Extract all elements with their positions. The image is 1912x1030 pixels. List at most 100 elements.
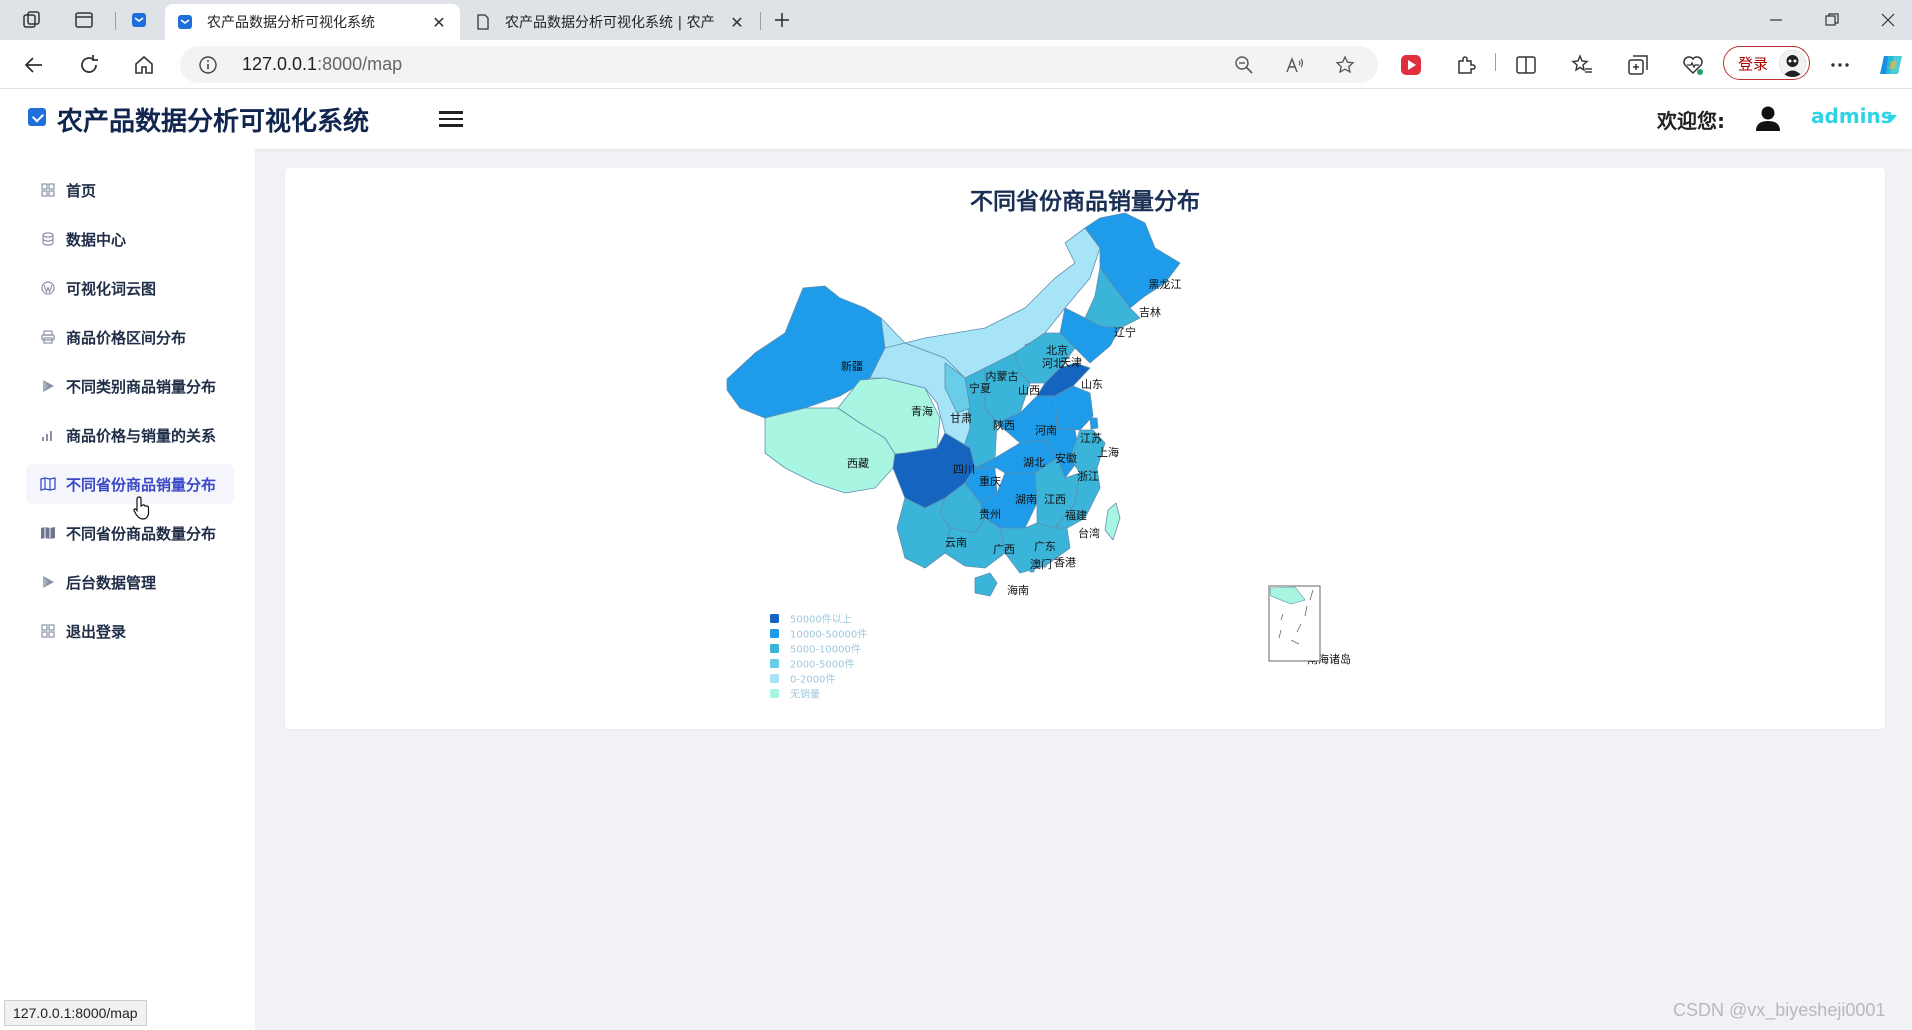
province-海南[interactable]: [974, 572, 998, 597]
tab-active[interactable]: 农产品数据分析可视化系统 ✕: [165, 4, 460, 40]
user-icon[interactable]: [1754, 104, 1782, 132]
video-extension-icon[interactable]: [1398, 52, 1424, 78]
sidebar-item-wordcloud[interactable]: 可视化词云图: [26, 268, 234, 308]
site-info-icon[interactable]: [198, 55, 218, 79]
browser-tab-bar: 农产品数据分析可视化系统 ✕ 农产品数据分析可视化系统 | 农产 ✕: [0, 0, 1912, 40]
legend-label[interactable]: 0-2000件: [790, 674, 835, 686]
play-icon: [40, 378, 56, 394]
legend-swatch[interactable]: [770, 644, 779, 653]
more-menu-icon[interactable]: [1827, 52, 1853, 78]
sidebar-item-label: 不同省份商品数量分布: [66, 524, 217, 543]
south-china-sea-inset: [1268, 585, 1321, 662]
legend-swatch[interactable]: [770, 659, 779, 668]
province-江苏[interactable]: [1054, 385, 1094, 431]
username-dropdown[interactable]: admins: [1811, 104, 1893, 128]
status-bar-url: 127.0.0.1:8000/map: [4, 1000, 147, 1026]
profile-avatar: [1779, 50, 1806, 77]
province-label: 湖南: [1015, 493, 1037, 506]
favorite-star-icon[interactable]: [1335, 55, 1355, 75]
watermark: CSDN @vx_biyesheji0001: [1673, 1000, 1886, 1020]
sidebar-item-province-count[interactable]: 不同省份商品数量分布: [26, 513, 234, 553]
new-tab-icon[interactable]: [770, 8, 794, 32]
legend-label[interactable]: 2000-5000件: [790, 659, 855, 671]
province-label: 宁夏: [969, 381, 991, 395]
sidebar-item-price-range[interactable]: 商品价格区间分布: [26, 317, 234, 357]
browser-address-bar: 127.0.0.1:8000/map 登录: [0, 40, 1912, 89]
tab-close-icon[interactable]: ✕: [728, 13, 746, 32]
zoom-out-icon[interactable]: [1234, 55, 1254, 75]
province-label: 广东: [1034, 540, 1056, 553]
sidebar: 首页 数据中心 可视化词云图 商品价格区间分布 不同类别商品销量分布 商品价格与…: [0, 149, 256, 1030]
tab-actions-icon[interactable]: [72, 8, 96, 32]
province-label: 西藏: [847, 457, 869, 470]
refresh-icon[interactable]: [76, 52, 102, 78]
province-上海[interactable]: [1089, 417, 1099, 430]
province-label: 新疆: [841, 359, 863, 373]
province-label: 内蒙古: [986, 369, 1019, 383]
province-label: 浙江: [1077, 470, 1099, 483]
url-bar[interactable]: 127.0.0.1:8000/map: [180, 46, 1378, 83]
workspaces-icon[interactable]: [20, 8, 44, 32]
copilot-icon[interactable]: [1878, 52, 1904, 78]
minimize-icon[interactable]: [1764, 8, 1788, 32]
extensions-icon[interactable]: [1453, 52, 1479, 78]
read-aloud-icon[interactable]: [1285, 55, 1305, 75]
sidebar-item-home[interactable]: 首页: [26, 170, 234, 210]
grid-icon: [40, 182, 56, 198]
province-label: 湖北: [1023, 456, 1045, 469]
province-label: 河南: [1035, 424, 1057, 437]
collections-icon[interactable]: [1625, 52, 1651, 78]
sidebar-item-logout[interactable]: 退出登录: [26, 611, 234, 651]
sidebar-item-admin-data[interactable]: 后台数据管理: [26, 562, 234, 602]
pinned-tab-favicon-icon[interactable]: [127, 8, 151, 32]
back-icon[interactable]: [21, 52, 47, 78]
url-host: 127.0.0.1: [242, 54, 318, 74]
province-label: 北京: [1046, 343, 1068, 357]
legend-swatch[interactable]: [770, 614, 779, 623]
close-window-icon[interactable]: [1876, 8, 1900, 32]
sidebar-item-price-vs-sales[interactable]: 商品价格与销量的关系: [26, 415, 234, 455]
province-label: 青海: [911, 404, 933, 418]
sidebar-item-category-sales[interactable]: 不同类别商品销量分布: [26, 366, 234, 406]
menu-toggle-icon[interactable]: [439, 107, 463, 129]
play-icon: [40, 574, 56, 590]
sidebar-item-label: 首页: [66, 181, 97, 200]
split-screen-icon[interactable]: [1513, 52, 1539, 78]
bar-chart-icon: [40, 427, 56, 443]
url-path: :8000/map: [317, 54, 403, 74]
province-label: 山东: [1081, 378, 1103, 391]
province-label: 江苏: [1080, 432, 1102, 445]
tab-close-icon[interactable]: ✕: [430, 13, 448, 32]
home-icon[interactable]: [131, 52, 157, 78]
welcome-text: 欢迎您:: [1657, 109, 1725, 133]
legend-label[interactable]: 50000件以上: [790, 614, 852, 626]
brand-title[interactable]: 农产品数据分析可视化系统: [57, 101, 369, 138]
url-text[interactable]: 127.0.0.1:8000/map: [242, 54, 402, 75]
tab-inactive[interactable]: 农产品数据分析可视化系统 | 农产 ✕: [463, 4, 758, 40]
chevron-down-icon[interactable]: [1887, 115, 1897, 121]
favorites-icon[interactable]: [1569, 52, 1595, 78]
legend-swatch[interactable]: [770, 689, 779, 698]
province-label: 辽宁: [1114, 325, 1136, 339]
legend-label[interactable]: 10000-50000件: [790, 629, 867, 641]
legend-swatch[interactable]: [770, 629, 779, 638]
province-label: 福建: [1065, 508, 1087, 522]
province-台湾[interactable]: [1104, 502, 1121, 541]
sidebar-item-province-sales[interactable]: 不同省份商品销量分布: [26, 464, 234, 504]
legend-label[interactable]: 无销量: [790, 688, 820, 701]
login-button[interactable]: 登录: [1723, 46, 1810, 80]
legend-label[interactable]: 5000-10000件: [790, 644, 861, 656]
province-label: 江西: [1044, 493, 1066, 506]
province-label: 重庆: [979, 474, 1001, 488]
china-map[interactable]: 黑龙江吉林辽宁内蒙古北京天津河北山西 山东河南陕西宁夏甘肃新疆青海西藏 四川重庆湖北…: [285, 168, 1885, 729]
province-label: 云南: [945, 536, 967, 549]
map-filled-icon: [40, 525, 56, 541]
restore-icon[interactable]: [1820, 8, 1844, 32]
hand-cursor-icon: [133, 496, 150, 520]
province-label: 四川: [953, 463, 975, 476]
province-label: 甘肃: [950, 412, 972, 425]
sidebar-item-data-center[interactable]: 数据中心: [26, 219, 234, 259]
browser-essentials-icon[interactable]: [1680, 52, 1706, 78]
legend-swatch[interactable]: [770, 674, 779, 683]
grid-icon: [40, 623, 56, 639]
